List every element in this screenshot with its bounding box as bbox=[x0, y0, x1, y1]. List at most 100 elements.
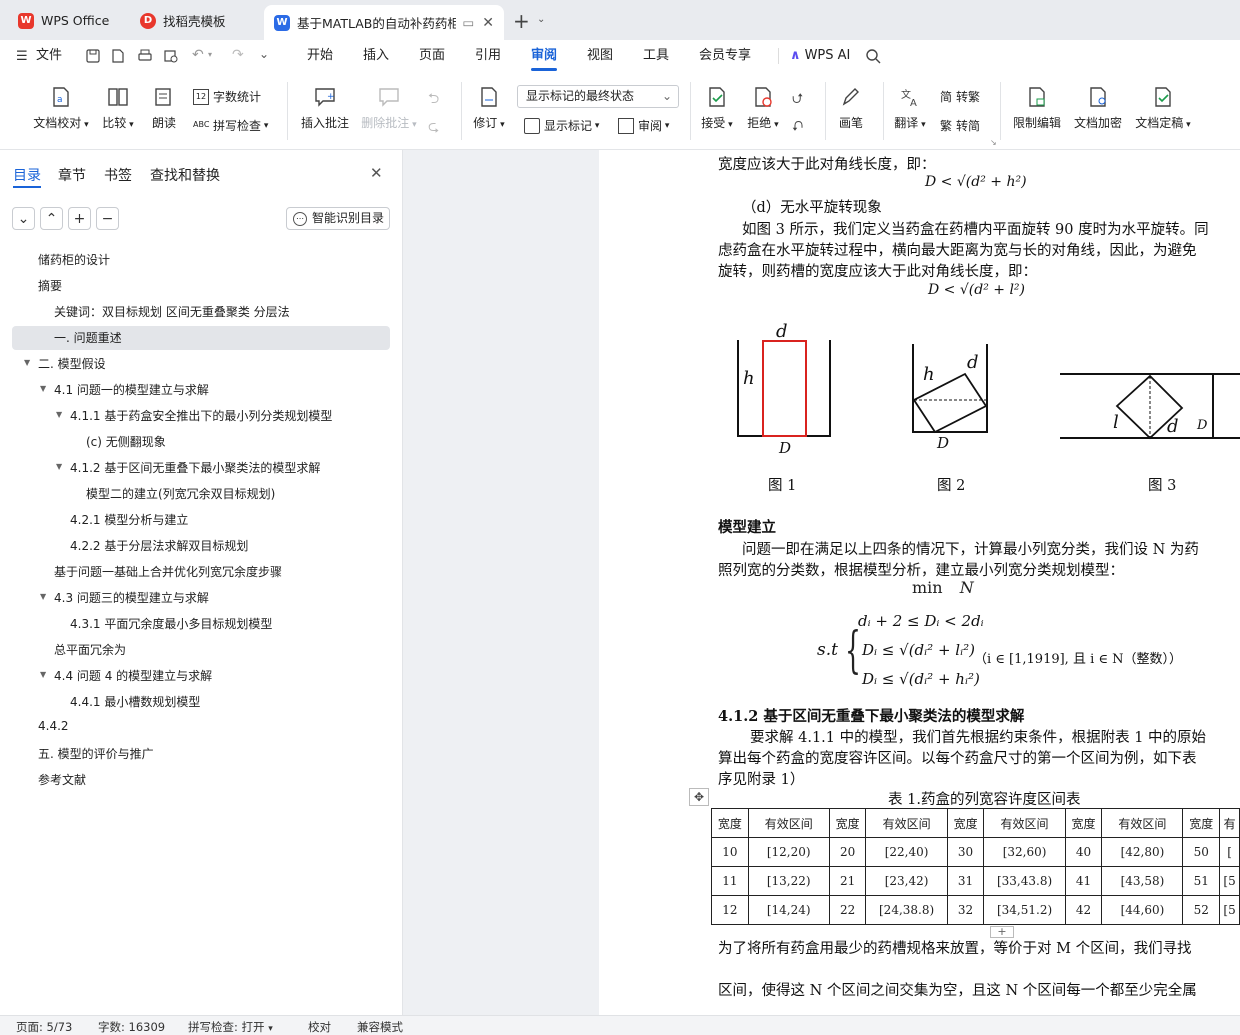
expand-toggle-icon[interactable]: ▼ bbox=[40, 670, 46, 679]
encrypt-button[interactable]: 文档加密 bbox=[1072, 86, 1124, 131]
chevron-down-icon[interactable]: ⌄ bbox=[537, 14, 545, 25]
reject-button[interactable]: 拒绝 ▾ bbox=[746, 86, 780, 131]
delete-comment-button[interactable]: 删除批注 ▾ bbox=[360, 86, 418, 131]
more-chevron-icon[interactable]: ⌄ bbox=[259, 47, 269, 61]
toc-item[interactable]: 储药柜的设计 bbox=[38, 251, 110, 268]
toc-item[interactable]: 4.1.2 基于区间无重叠下最小聚类法的模型求解 bbox=[70, 459, 320, 476]
next-comment-icon[interactable]: ⮎ bbox=[428, 116, 439, 140]
menu-references[interactable]: 引用 bbox=[475, 40, 501, 72]
collapse-all-icon[interactable]: ⌄ bbox=[12, 207, 35, 230]
print-icon[interactable] bbox=[137, 48, 153, 64]
toc-item[interactable]: 4.1.1 基于药盒安全推出下的最小列分类规划模型 bbox=[70, 407, 332, 424]
review-pane-button[interactable]: 审阅 ▾ bbox=[618, 117, 669, 134]
toc-item[interactable]: 一. 问题重述 bbox=[54, 329, 122, 346]
table-cell: [13,22) bbox=[747, 866, 830, 896]
expand-corner-icon[interactable]: ↘ bbox=[990, 138, 997, 147]
insert-comment-button[interactable]: + 插入批注 bbox=[300, 86, 350, 131]
save-icon[interactable] bbox=[85, 48, 101, 64]
panel-tab-find-replace[interactable]: 查找和替换 bbox=[150, 165, 220, 185]
remove-heading-icon[interactable]: − bbox=[96, 207, 119, 230]
word-count-button[interactable]: 12 字数统计 bbox=[193, 88, 261, 105]
menu-membership[interactable]: 会员专享 bbox=[699, 40, 751, 72]
next-change-icon[interactable]: ⮏ bbox=[792, 116, 803, 140]
menu-tools[interactable]: 工具 bbox=[643, 40, 669, 72]
menu-review[interactable]: 审阅 bbox=[531, 40, 558, 72]
menu-wps-ai[interactable]: ∧ WPS AI bbox=[790, 40, 850, 72]
toc-item[interactable]: 4.1 问题一的模型建立与求解 bbox=[54, 381, 209, 398]
fig2-label-D: D bbox=[936, 434, 949, 452]
redo-icon[interactable]: ↷ bbox=[232, 47, 244, 63]
print-preview-icon[interactable] bbox=[163, 48, 179, 64]
panel-tab-toc[interactable]: 目录 bbox=[13, 165, 41, 185]
table-header-cell: 宽度 bbox=[946, 808, 985, 838]
toc-item[interactable]: 4.4.1 最小槽数规划模型 bbox=[70, 693, 200, 710]
undo-icon[interactable]: ↶ bbox=[192, 47, 204, 63]
close-icon[interactable]: ✕ bbox=[482, 15, 494, 31]
markup-state-select[interactable]: 显示标记的最终状态 ⌄ bbox=[517, 85, 679, 108]
doc-paragraph: 要求解 4.1.1 中的模型，我们首先根据约束条件，根据附表 1 中的原始 bbox=[750, 730, 1207, 746]
previous-comment-icon[interactable]: ⮌ bbox=[428, 88, 439, 112]
accept-button[interactable]: 接受 ▾ bbox=[700, 86, 734, 131]
toc-item[interactable]: 4.3.1 平面冗余度最小多目标规划模型 bbox=[70, 615, 272, 632]
toc-item[interactable]: (c) 无侧翻现象 bbox=[86, 433, 166, 450]
toc-item[interactable]: 基于问题一基础上合并优化列宽冗余度步骤 bbox=[54, 563, 282, 580]
spell-check-indicator[interactable]: 拼写检查: 打开 ▾ bbox=[188, 1019, 273, 1035]
toc-item[interactable]: 4.2.1 模型分析与建立 bbox=[70, 511, 188, 528]
expand-toggle-icon[interactable]: ▼ bbox=[56, 462, 62, 471]
panel-tab-bookmarks[interactable]: 书签 bbox=[104, 165, 132, 185]
menu-home[interactable]: 开始 bbox=[307, 40, 333, 72]
menu-insert[interactable]: 插入 bbox=[363, 40, 389, 72]
new-tab-icon[interactable]: + bbox=[513, 9, 530, 33]
finalize-icon bbox=[1155, 87, 1171, 107]
toc-item[interactable]: 二. 模型假设 bbox=[38, 355, 106, 372]
expand-toggle-icon[interactable]: ▼ bbox=[24, 358, 30, 367]
previous-change-icon[interactable]: ⮍ bbox=[792, 88, 803, 112]
tab-docer-templates[interactable]: D 找稻壳模板 bbox=[130, 6, 258, 35]
toc-item[interactable]: 摘要 bbox=[38, 277, 62, 294]
figure-2-diagram: h d D bbox=[912, 344, 988, 452]
finalize-button[interactable]: 文档定稿 ▾ bbox=[1133, 86, 1193, 131]
expand-toggle-icon[interactable]: ▼ bbox=[56, 410, 62, 419]
chevron-down-icon[interactable]: ▾ bbox=[208, 50, 212, 59]
close-panel-icon[interactable]: ✕ bbox=[370, 164, 383, 182]
toc-item[interactable]: 4.4 问题 4 的模型建立与求解 bbox=[54, 667, 212, 684]
toc-item[interactable]: 关键词：双目标规划 区间无重叠聚类 分层法 bbox=[54, 303, 290, 320]
hamburger-icon[interactable]: ☰ bbox=[16, 49, 28, 64]
expand-toggle-icon[interactable]: ▼ bbox=[40, 592, 46, 601]
toc-item[interactable]: 参考文献 bbox=[38, 771, 86, 788]
translate-button[interactable]: 文A 翻译 ▾ bbox=[893, 86, 927, 131]
expand-up-icon[interactable]: ⌃ bbox=[40, 207, 63, 230]
smart-toc-button[interactable]: ⋯ 智能识别目录 bbox=[286, 207, 390, 230]
toc-item[interactable]: 总平面冗余为 bbox=[54, 641, 126, 658]
tab-document[interactable]: W 基于MATLAB的自动补药药柜 ▭ ✕ bbox=[264, 5, 504, 40]
heading-4-1-2: 4.1.2 基于区间无重叠下最小聚类法的模型求解 bbox=[718, 708, 1025, 725]
toc-item[interactable]: 4.4.2 bbox=[38, 719, 69, 733]
pen-button[interactable]: 画笔 bbox=[835, 86, 867, 131]
toc-item[interactable]: 五. 模型的评价与推广 bbox=[38, 745, 154, 762]
word-count-indicator[interactable]: 字数: 16309 bbox=[98, 1019, 165, 1035]
panel-tab-sections[interactable]: 章节 bbox=[58, 165, 86, 185]
menu-page[interactable]: 页面 bbox=[419, 40, 445, 72]
expand-toggle-icon[interactable]: ▼ bbox=[40, 384, 46, 393]
page-indicator[interactable]: 页面: 5/73 bbox=[16, 1019, 72, 1035]
show-markup-button[interactable]: 显示标记 ▾ bbox=[524, 117, 599, 134]
table-move-handle-icon[interactable]: ✥ bbox=[689, 788, 709, 806]
search-icon[interactable] bbox=[865, 48, 881, 64]
proofread-button[interactable]: a 文档校对 ▾ bbox=[28, 86, 94, 131]
track-changes-button[interactable]: 修订 ▾ bbox=[470, 86, 508, 131]
tab-wps-office[interactable]: W WPS Office bbox=[8, 6, 124, 35]
menu-file[interactable]: 文件 bbox=[36, 40, 62, 72]
menu-view[interactable]: 视图 bbox=[587, 40, 613, 72]
to-simplified-button[interactable]: 繁 转简 bbox=[940, 117, 980, 134]
proofread-indicator[interactable]: 校对 bbox=[308, 1019, 331, 1035]
restrict-edit-button[interactable]: 限制编辑 bbox=[1012, 86, 1062, 131]
spell-check-button[interactable]: ABC 拼写检查 ▾ bbox=[193, 117, 268, 134]
toc-item[interactable]: 模型二的建立(列宽冗余双目标规划) bbox=[86, 485, 275, 502]
read-aloud-button[interactable]: 朗读 bbox=[148, 86, 180, 131]
compare-button[interactable]: 比较 ▾ bbox=[98, 86, 138, 131]
toc-item[interactable]: 4.3 问题三的模型建立与求解 bbox=[54, 589, 209, 606]
toc-item[interactable]: 4.2.2 基于分层法求解双目标规划 bbox=[70, 537, 248, 554]
add-heading-icon[interactable]: + bbox=[68, 207, 91, 230]
to-traditional-button[interactable]: 简 转繁 bbox=[940, 88, 980, 105]
export-pdf-icon[interactable] bbox=[110, 48, 126, 64]
